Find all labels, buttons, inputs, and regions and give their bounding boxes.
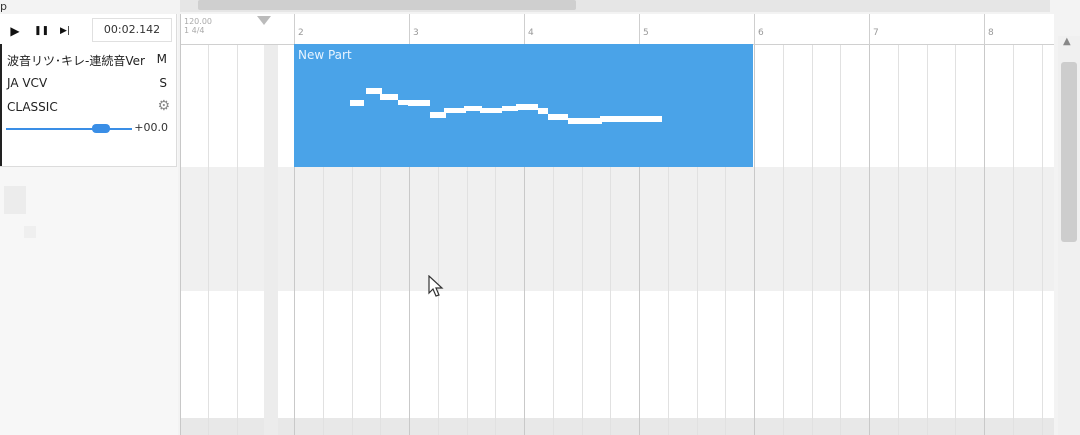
step-icon: ▶| [60,26,70,36]
beat-line [812,45,813,435]
track-panel: ▶ ❚❚ ▶| 00:02.142 波音リツ･キレ-連続音Ver M JA VC… [0,14,178,435]
gear-icon[interactable]: ⚙ [157,98,170,114]
note-mark [366,88,382,94]
vertical-scroll-thumb[interactable] [1061,62,1077,242]
volume-slider-thumb[interactable] [92,124,110,133]
tempo-signature: 120.00 1 4/4 [184,17,212,35]
note-mark [444,108,466,113]
beat-line [927,45,928,435]
note-mark [380,94,398,100]
volume-value: +00.0 [134,121,168,134]
empty-lane [181,167,1054,291]
note-mark [548,114,568,120]
ruler-tick [409,14,410,44]
bar-line [984,45,985,435]
note-mark [568,118,602,124]
track-selection-edge [0,44,2,166]
track-header: ▶ ❚❚ ▶| 00:02.142 波音リツ･キレ-連続音Ver M JA VC… [0,14,177,167]
bar-number: 4 [528,28,534,38]
note-mark [464,106,482,111]
note-mark [480,108,502,113]
time-display: 00:02.142 [92,18,172,42]
faint-track-artifact [4,186,26,214]
vertical-scrollbar[interactable]: ▲ [1058,36,1080,435]
faint-track-artifact [24,226,36,238]
playhead-marker[interactable] [257,16,271,25]
solo-button[interactable]: S [159,76,167,90]
beat-line [840,45,841,435]
beat-line [1013,45,1014,435]
bar-number: 6 [758,28,764,38]
horizontal-scrollbar[interactable] [180,0,1050,12]
empty-lane [181,291,1054,418]
note-mark [600,116,662,122]
bar-number: 2 [298,28,304,38]
pause-icon: ❚❚ [34,26,50,36]
bar-number: 3 [413,28,419,38]
bar-number: 8 [988,28,994,38]
note-mark [538,108,548,114]
tempo-value: 120.00 [184,17,212,26]
pause-button[interactable]: ❚❚ [34,24,50,38]
ruler-tick [869,14,870,44]
playhead-region [264,45,278,435]
phonemizer-name[interactable]: JA VCV [7,76,47,90]
note-mark [430,112,446,118]
play-icon: ▶ [10,24,20,38]
bar-number: 7 [873,28,879,38]
beat-line [955,45,956,435]
voice-part[interactable]: New Part [294,44,753,167]
ruler-tick [294,14,295,44]
time-signature: 1 4/4 [184,26,205,35]
ruler-tick [984,14,985,44]
timeline-ruler[interactable]: 120.00 1 4/4 2 3 4 5 6 7 8 [181,14,1054,45]
beat-line [208,45,209,435]
play-button[interactable]: ▶ [8,24,22,38]
volume-slider[interactable] [6,128,132,130]
stop-button[interactable]: ▶| [58,24,72,38]
ruler-tick [639,14,640,44]
scroll-up-icon[interactable]: ▲ [1063,36,1071,47]
beat-line [237,45,238,435]
empty-lane [181,418,1054,435]
singer-name[interactable]: 波音リツ･キレ-連続音Ver [7,52,145,69]
bar-line [754,45,755,435]
note-preview [350,88,662,124]
beat-line [1042,45,1043,435]
note-mark [350,100,364,106]
arrangement-canvas[interactable]: 120.00 1 4/4 2 3 4 5 6 7 8 New Part [180,14,1054,435]
note-mark [408,100,430,106]
bar-line [869,45,870,435]
ruler-tick [754,14,755,44]
mouse-cursor-icon [428,275,444,297]
beat-line [783,45,784,435]
bar-number: 5 [643,28,649,38]
beat-line [898,45,899,435]
menu-stub[interactable]: p [0,0,12,14]
note-mark [516,104,538,110]
horizontal-scroll-thumb[interactable] [198,0,576,10]
note-mark [502,106,518,111]
mute-button[interactable]: M [157,52,167,66]
renderer-name[interactable]: CLASSIC [7,100,58,114]
ruler-tick [524,14,525,44]
